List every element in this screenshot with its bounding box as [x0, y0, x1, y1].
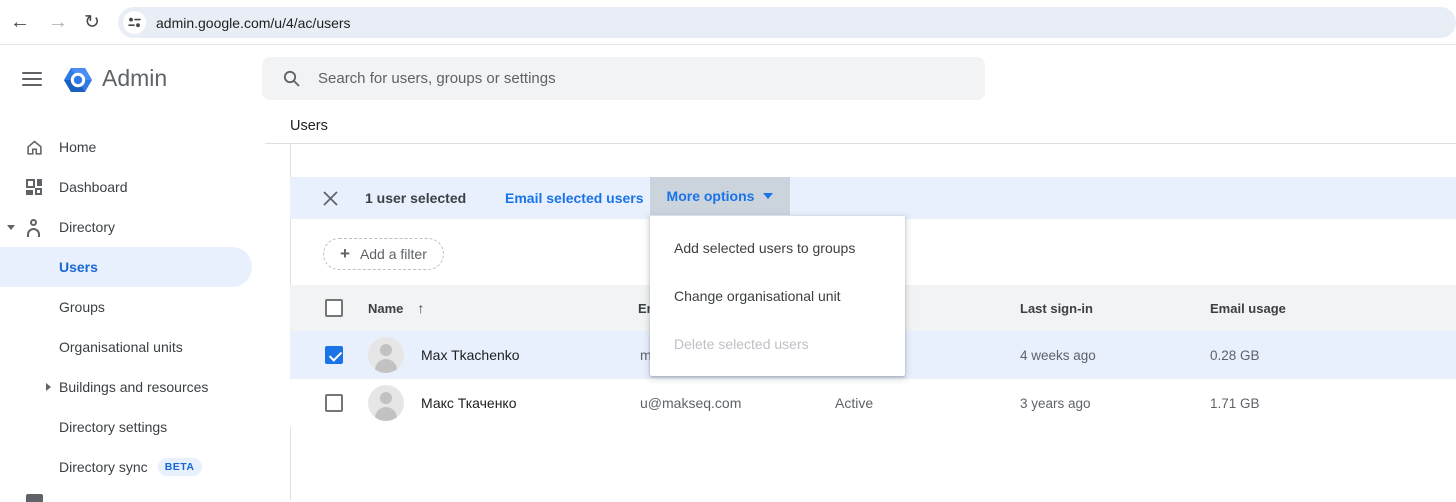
search-input[interactable]: Search for users, groups or settings [262, 57, 985, 100]
table-row[interactable]: Макс Ткаченко u@makseq.com Active 3 year… [290, 379, 1456, 427]
search-icon [283, 70, 300, 87]
google-admin-logo-icon [60, 62, 96, 98]
chevron-down-icon[interactable] [7, 225, 15, 230]
browser-back-button[interactable]: ← [6, 0, 34, 45]
browser-forward-button[interactable]: → [44, 0, 72, 45]
search-placeholder: Search for users, groups or settings [318, 70, 556, 87]
sidebar: Home Dashboard Directory Users Groups Or… [0, 127, 290, 487]
menu-hamburger-icon[interactable] [22, 72, 42, 86]
user-name[interactable]: Макс Ткаченко [421, 379, 517, 427]
menu-item-delete-selected-users: Delete selected users [650, 320, 905, 368]
add-filter-button[interactable]: + Add a filter [323, 238, 444, 270]
sidebar-item-home[interactable]: Home [0, 127, 290, 167]
content-divider [265, 143, 1456, 144]
sidebar-item-buildings-and-resources[interactable]: Buildings and resources [0, 367, 290, 407]
menu-item-add-selected-users-to-groups[interactable]: Add selected users to groups [650, 224, 905, 272]
sidebar-item-directory-sync[interactable]: Directory syncBETA [0, 447, 290, 487]
sidebar-item-groups[interactable]: Groups [0, 287, 290, 327]
row-checkbox-checked[interactable] [325, 346, 343, 364]
chevron-right-icon[interactable] [46, 383, 51, 391]
directory-person-icon [26, 219, 43, 236]
beta-badge: BETA [158, 458, 202, 476]
column-header-last-sign-in[interactable]: Last sign-in [1020, 285, 1093, 331]
plus-icon: + [340, 244, 350, 264]
row-checkbox[interactable] [325, 394, 343, 412]
user-status: Active [835, 379, 873, 427]
page-title: Users [290, 118, 328, 134]
selection-count: 1 user selected [365, 177, 466, 219]
clear-selection-button[interactable] [314, 177, 346, 219]
sidebar-item-organisational-units[interactable]: Organisational units [0, 327, 290, 367]
site-info-icon[interactable] [123, 11, 146, 34]
app-name: Admin [102, 65, 167, 92]
sidebar-item-directory[interactable]: Directory [0, 207, 290, 247]
user-email-usage: 0.28 GB [1210, 331, 1260, 379]
more-options-menu: Add selected users to groups Change orga… [650, 216, 905, 376]
user-last-sign-in: 4 weeks ago [1020, 331, 1096, 379]
email-selected-users-button[interactable]: Email selected users [505, 177, 644, 219]
avatar [368, 337, 404, 373]
menu-item-change-organisational-unit[interactable]: Change organisational unit [650, 272, 905, 320]
user-name[interactable]: Max Tkachenko [421, 331, 520, 379]
sort-ascending-icon: ↑ [417, 300, 424, 316]
more-options-button[interactable]: More options [650, 177, 790, 215]
sidebar-item-dashboard[interactable]: Dashboard [0, 167, 290, 207]
clipped-sidebar-icon [26, 494, 43, 502]
select-all-checkbox[interactable] [325, 299, 343, 317]
dropdown-caret-icon [763, 193, 773, 199]
sidebar-item-users[interactable]: Users [0, 247, 290, 287]
sidebar-item-directory-settings[interactable]: Directory settings [0, 407, 290, 447]
avatar [368, 385, 404, 421]
user-email-usage: 1.71 GB [1210, 379, 1260, 427]
column-header-email-usage[interactable]: Email usage [1210, 285, 1286, 331]
selection-toolbar: 1 user selected Email selected users Mor… [290, 177, 1456, 219]
user-email: u@makseq.com [640, 379, 741, 427]
browser-reload-button[interactable]: ↻ [78, 0, 106, 45]
address-bar[interactable]: admin.google.com/u/4/ac/users [118, 7, 1456, 38]
browser-toolbar: ← → ↻ admin.google.com/u/4/ac/users [0, 0, 1456, 45]
url-text: admin.google.com/u/4/ac/users [156, 15, 351, 31]
home-icon [26, 139, 43, 156]
column-header-name[interactable]: Name ↑ [368, 285, 424, 331]
selected-pill [0, 247, 252, 287]
user-last-sign-in: 3 years ago [1020, 379, 1091, 427]
dashboard-icon [26, 179, 42, 195]
close-icon [323, 191, 338, 206]
